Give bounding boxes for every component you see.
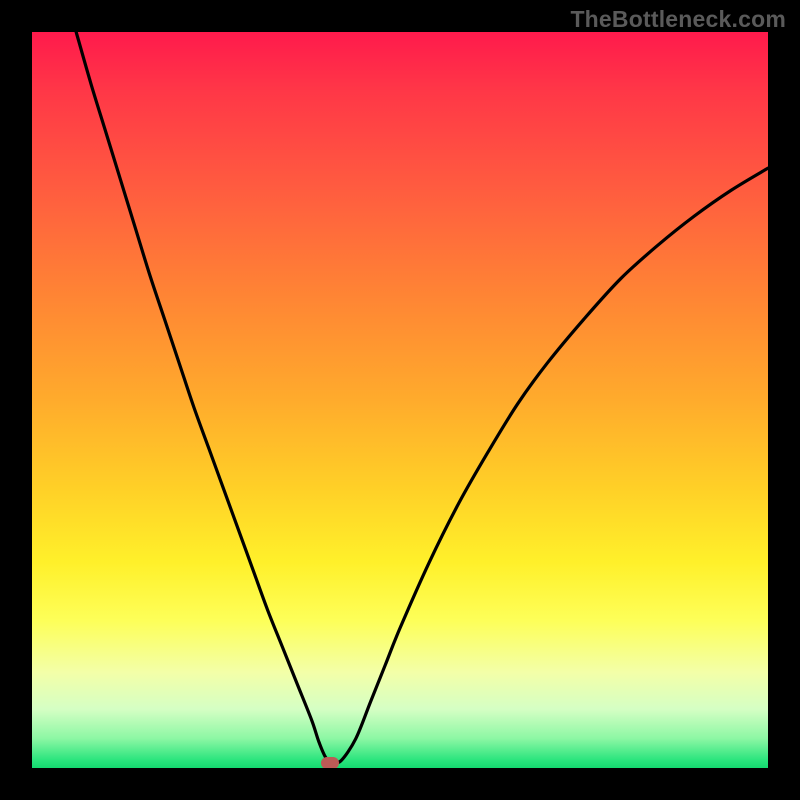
chart-frame: TheBottleneck.com xyxy=(0,0,800,800)
minimum-marker xyxy=(321,757,339,768)
watermark-text: TheBottleneck.com xyxy=(570,6,786,33)
bottleneck-curve xyxy=(32,32,768,768)
plot-area xyxy=(32,32,768,768)
